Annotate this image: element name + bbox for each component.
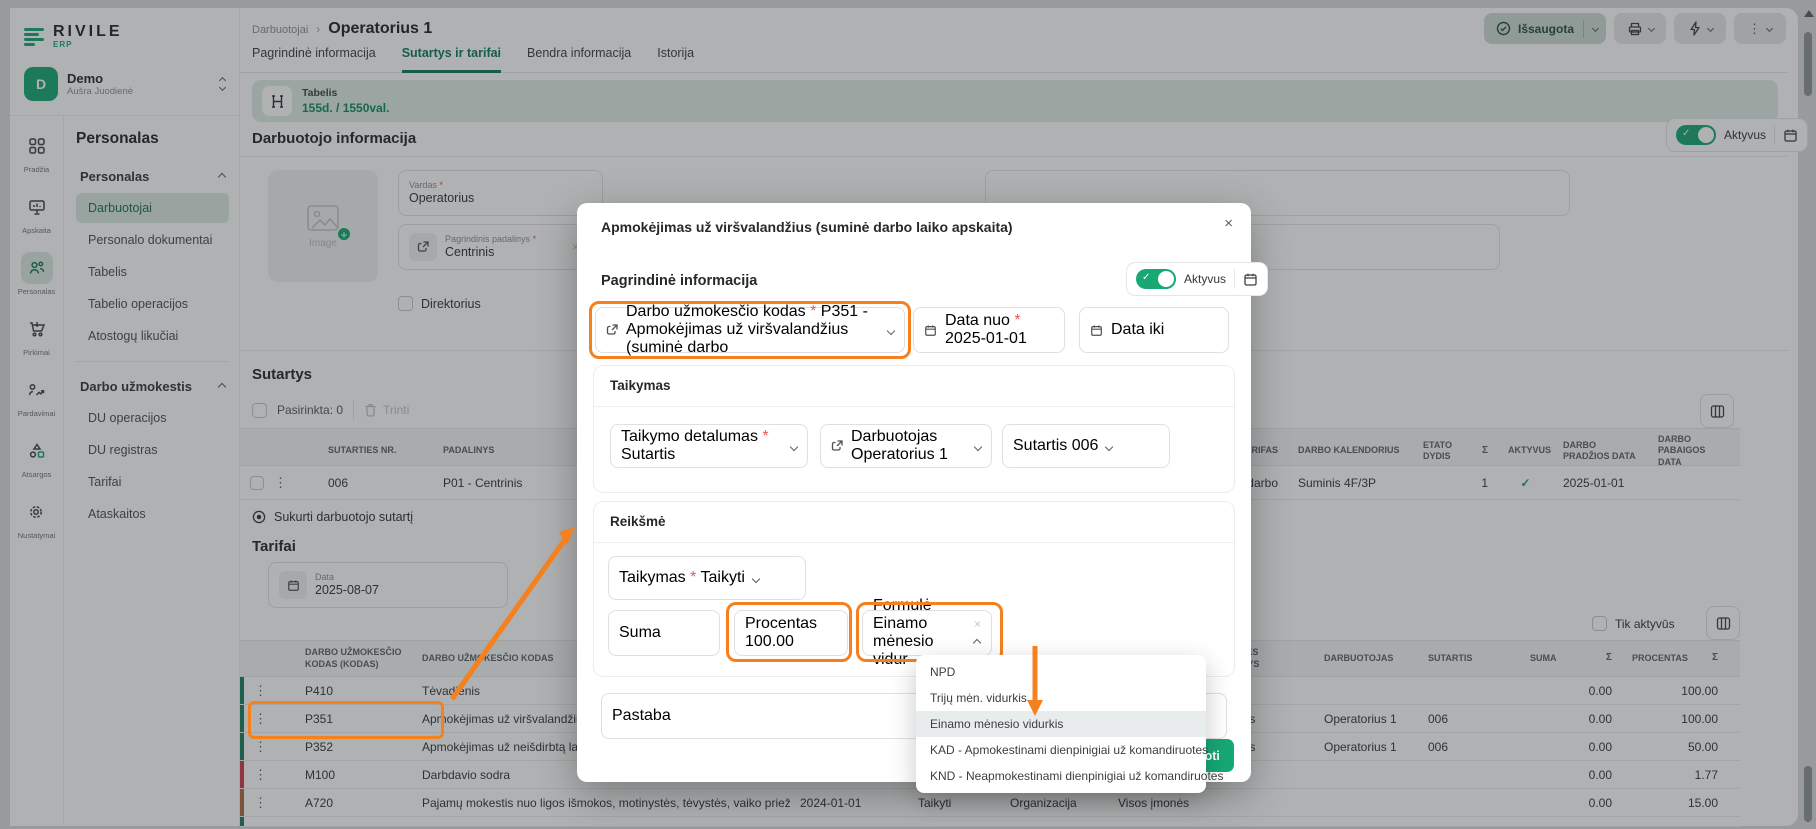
chevron-down-icon[interactable]	[790, 443, 798, 451]
data-iki-placeholder: Data iki	[1111, 321, 1164, 339]
external-link-icon[interactable]	[831, 440, 843, 452]
data-nuo-field[interactable]: Data nuo * 2025-01-01	[913, 307, 1065, 353]
pastaba-placeholder: Pastaba	[612, 707, 671, 725]
suma-placeholder: Suma	[619, 624, 661, 642]
chevron-down-icon[interactable]	[887, 327, 895, 335]
calendar-icon	[924, 324, 937, 337]
dialog-active-toggle-group: ✓ Aktyvus	[1126, 262, 1268, 296]
du-kodas-field[interactable]: Darbo užmokesčio kodas * P351 - Apmokėji…	[595, 307, 905, 353]
reiksme-taikymas-field[interactable]: Taikymas * Taikyti	[608, 556, 806, 600]
dropdown-option-npd[interactable]: NPD	[916, 659, 1206, 685]
clear-icon[interactable]: ×	[974, 617, 981, 631]
screen: RIVILE ERP D Demo Aušra Juodienė Pradžia…	[0, 0, 1816, 829]
divider	[594, 542, 1234, 543]
reiksme-card: Reikšmė Taikymas * Taikyti Suma Procenta…	[593, 501, 1235, 677]
divider	[594, 406, 1234, 407]
dropdown-option-einamo-menesio[interactable]: Einamo mėnesio vidurkis	[916, 711, 1206, 737]
reiksme-section-title: Reikšmė	[610, 514, 666, 529]
data-iki-field[interactable]: Data iki	[1079, 307, 1229, 353]
dropdown-option-knd[interactable]: KND - Neapmokestinami dienpinigiai už ko…	[916, 763, 1206, 789]
dialog-section-title: Pagrindinė informacija	[601, 273, 757, 289]
chevron-down-icon[interactable]	[752, 575, 760, 583]
sutartis-field[interactable]: Sutartis 006	[1002, 424, 1170, 468]
taikymas-card: Taikymas Taikymo detalumas * Sutartis Da…	[593, 365, 1235, 493]
dropdown-option-kad[interactable]: KAD - Apmokestinami dienpinigiai už koma…	[916, 737, 1206, 763]
close-icon[interactable]: ×	[1224, 215, 1233, 232]
chevron-down-icon[interactable]	[1105, 443, 1113, 451]
dropdown-option-triju-men[interactable]: Trijų mėn. vidurkis	[916, 685, 1206, 711]
formule-field[interactable]: Formulė Einamo mėnesio vidur ×	[862, 610, 992, 656]
formule-dropdown: NPD Trijų mėn. vidurkis Einamo mėnesio v…	[916, 655, 1206, 793]
calendar-icon	[1090, 324, 1103, 337]
chevron-up-icon[interactable]	[973, 639, 981, 647]
suma-field[interactable]: Suma	[608, 610, 720, 656]
active-toggle[interactable]: ✓	[1136, 269, 1176, 289]
active-label: Aktyvus	[1184, 272, 1226, 286]
external-link-icon[interactable]	[606, 324, 618, 336]
darbuotojas-field[interactable]: Darbuotojas Operatorius 1	[820, 424, 992, 468]
taikymas-section-title: Taikymas	[610, 378, 671, 393]
dialog-title: Apmokėjimas už viršvalandžius (suminė da…	[601, 219, 1013, 235]
procentas-field[interactable]: Procentas 100.00	[734, 610, 848, 656]
divider	[1234, 269, 1235, 289]
taikymo-detalumas-field[interactable]: Taikymo detalumas * Sutartis	[610, 424, 808, 468]
calendar-icon[interactable]	[1243, 272, 1258, 287]
chevron-down-icon[interactable]	[974, 443, 982, 451]
